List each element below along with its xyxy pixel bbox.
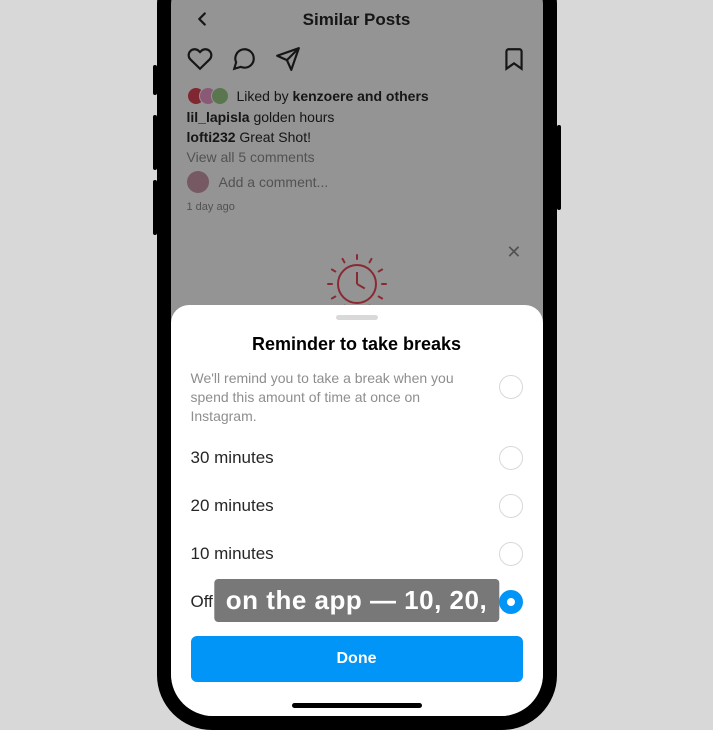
radio-button[interactable] <box>499 542 523 566</box>
reminder-sheet: Reminder to take breaks We'll remind you… <box>171 305 543 716</box>
radio-button[interactable] <box>499 494 523 518</box>
sheet-description: We'll remind you to take a break when yo… <box>191 369 523 426</box>
option-20-minutes[interactable]: 20 minutes <box>191 482 523 530</box>
option-label: 30 minutes <box>191 448 274 468</box>
phone-side-button <box>153 65 157 95</box>
option-10-minutes[interactable]: 10 minutes <box>191 530 523 578</box>
option-label: 20 minutes <box>191 496 274 516</box>
phone-side-button <box>557 125 561 210</box>
radio-button[interactable] <box>499 446 523 470</box>
done-button[interactable]: Done <box>191 636 523 682</box>
radio-button-selected[interactable] <box>499 590 523 614</box>
option-30-minutes[interactable]: 30 minutes <box>191 434 523 482</box>
sheet-title: Reminder to take breaks <box>191 334 523 355</box>
sheet-grabber[interactable] <box>336 315 378 320</box>
option-label: 10 minutes <box>191 544 274 564</box>
option-label: Off <box>191 592 213 612</box>
phone-side-button <box>153 180 157 235</box>
home-indicator[interactable] <box>292 703 422 708</box>
phone-side-button <box>153 115 157 170</box>
video-caption-overlay: on the app — 10, 20, <box>214 579 499 622</box>
radio-button[interactable] <box>499 375 523 399</box>
